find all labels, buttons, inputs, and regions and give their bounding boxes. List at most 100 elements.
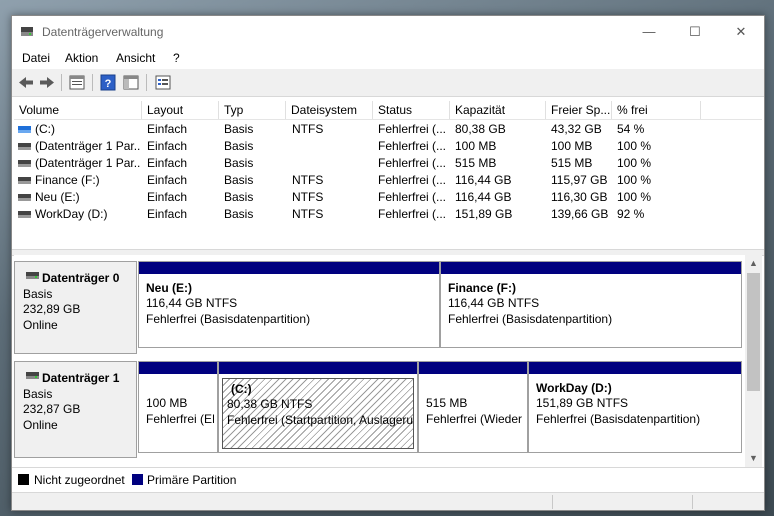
settings-icon[interactable]	[154, 74, 172, 91]
cell-free-space: 515 MB	[551, 156, 593, 170]
scroll-up-arrow-icon[interactable]: ▲	[745, 255, 762, 272]
cell-layout: Einfach	[147, 190, 188, 204]
disk-0-label[interactable]: Datenträger 0 Basis 232,89 GB Online	[14, 261, 137, 354]
menu-datei[interactable]: Datei	[22, 51, 50, 65]
cell-type: Basis	[224, 122, 254, 136]
cell-free-space: 139,66 GB	[551, 207, 609, 221]
cell-percent-free: 100 %	[617, 190, 652, 204]
volume-icon	[18, 177, 31, 184]
title-bar[interactable]: Datenträgerverwaltung — ☐ ✕	[12, 16, 764, 47]
volume-icon	[18, 143, 31, 150]
maximize-button[interactable]: ☐	[672, 16, 718, 47]
back-icon[interactable]	[17, 74, 35, 91]
cell-volume: (Datenträger 1 Par...	[35, 156, 140, 170]
cell-capacity: 151,89 GB	[455, 207, 513, 221]
column-header-status[interactable]: Status	[373, 101, 450, 119]
cell-capacity: 116,44 GB	[455, 173, 512, 187]
cell-status: Fehlerfrei (...	[378, 156, 447, 170]
svg-text:?: ?	[105, 78, 112, 90]
disk-icon	[26, 272, 39, 279]
cell-filesystem: NTFS	[292, 122, 324, 136]
partition-status: Fehlerfrei (Basisdatenpartition)	[536, 412, 701, 426]
console-tree-icon[interactable]	[122, 74, 140, 91]
partition-c[interactable]: (C:) 80,38 GB NTFS Fehlerfrei (Startpart…	[218, 361, 418, 453]
disk-1-label[interactable]: Datenträger 1 Basis 232,87 GB Online	[14, 361, 137, 458]
volume-list: Volume Layout Typ Dateisystem Status Kap…	[14, 97, 762, 249]
vertical-scrollbar[interactable]: ▲ ▼	[745, 255, 762, 467]
properties-icon[interactable]	[68, 74, 86, 91]
help-icon[interactable]: ?	[99, 74, 117, 91]
partition-status: Fehlerfrei (Basisdatenpartition)	[448, 312, 613, 326]
primary-partition-bar	[139, 362, 217, 374]
partition-status: Fehlerfrei (Basisdatenpartition)	[146, 312, 311, 326]
column-header-free-space[interactable]: Freier Sp...	[546, 101, 612, 119]
column-header-filesystem[interactable]: Dateisystem	[286, 101, 373, 119]
forward-icon[interactable]	[38, 74, 56, 91]
table-row[interactable]: (Datenträger 1 Par... Einfach Basis Fehlerf…	[14, 138, 762, 155]
cell-percent-free: 54 %	[617, 122, 645, 136]
scroll-down-arrow-icon[interactable]: ▼	[745, 450, 762, 467]
cell-status: Fehlerfrei (...	[378, 122, 447, 136]
cell-status: Fehlerfrei (...	[378, 207, 447, 221]
menu-aktion[interactable]: Aktion	[65, 51, 98, 65]
column-header-volume[interactable]: Volume	[14, 101, 142, 119]
disk-0-partitions: Neu (E:) 116,44 GB NTFS Fehlerfrei (Basi…	[138, 261, 744, 354]
toolbar-separator	[61, 74, 62, 91]
cell-type: Basis	[224, 190, 254, 204]
cell-type: Basis	[224, 156, 254, 170]
toolbar: ?	[12, 69, 764, 97]
partition-size: 151,89 GB NTFS	[536, 396, 629, 410]
primary-partition-bar	[529, 362, 741, 374]
minimize-button[interactable]: —	[626, 16, 672, 47]
partition-neu-e[interactable]: Neu (E:) 116,44 GB NTFS Fehlerfrei (Basi…	[138, 261, 440, 348]
primary-partition-bar	[441, 262, 741, 274]
table-row[interactable]: (C:) Einfach Basis NTFS Fehlerfrei (... 80,38…	[14, 121, 762, 138]
cell-filesystem: NTFS	[292, 173, 324, 187]
partition-body: 515 MB Fehlerfrei (Wieder	[422, 378, 524, 449]
column-header-layout[interactable]: Layout	[142, 101, 219, 119]
partition-workday-d[interactable]: WorkDay (D:) 151,89 GB NTFS Fehlerfrei (…	[528, 361, 742, 453]
disk-management-app-icon	[21, 27, 33, 36]
scroll-thumb[interactable]	[747, 273, 760, 391]
disk-type: Basis	[23, 287, 53, 301]
menu-bar: Datei Aktion Ansicht ?	[12, 47, 764, 69]
cell-capacity: 100 MB	[455, 139, 497, 153]
primary-partition-bar	[419, 362, 527, 374]
partition-body: WorkDay (D:) 151,89 GB NTFS Fehlerfrei (…	[532, 378, 738, 449]
cell-filesystem	[292, 138, 370, 155]
disk-icon	[26, 372, 39, 379]
column-header-type[interactable]: Typ	[219, 101, 286, 119]
partition-body: Neu (E:) 116,44 GB NTFS Fehlerfrei (Basi…	[142, 278, 436, 344]
disk-1-partitions: 100 MB Fehlerfrei (EF (C:) 80,38 GB NTFS…	[138, 361, 744, 458]
status-separator	[692, 495, 693, 509]
partition-efi[interactable]: 100 MB Fehlerfrei (EF	[138, 361, 218, 453]
partition-size: 116,44 GB NTFS	[146, 296, 238, 310]
column-header-percent-free[interactable]: % frei	[612, 101, 701, 119]
primary-partition-bar	[219, 362, 417, 374]
partition-recovery[interactable]: 515 MB Fehlerfrei (Wieder	[418, 361, 528, 453]
cell-type: Basis	[224, 207, 254, 221]
status-bar	[12, 492, 764, 510]
cell-type: Basis	[224, 173, 254, 187]
menu-help[interactable]: ?	[173, 51, 180, 65]
partition-finance-f[interactable]: Finance (F:) 116,44 GB NTFS Fehlerfrei (…	[440, 261, 742, 348]
table-row[interactable]: (Datenträger 1 Par... Einfach Basis Fehlerf…	[14, 155, 762, 172]
table-row[interactable]: Neu (E:) Einfach Basis NTFS Fehlerfrei (... 1…	[14, 189, 762, 206]
legend-unallocated-label: Nicht zugeordnet	[34, 473, 125, 487]
partition-body: 100 MB Fehlerfrei (EF	[142, 378, 214, 449]
close-button[interactable]: ✕	[718, 16, 764, 47]
table-row[interactable]: WorkDay (D:) Einfach Basis NTFS Fehlerfrei (…	[14, 206, 762, 223]
cell-free-space: 115,97 GB	[551, 173, 608, 187]
partition-status: Fehlerfrei (EF	[146, 412, 214, 426]
legend-primary-label: Primäre Partition	[147, 473, 237, 487]
window-title: Datenträgerverwaltung	[42, 25, 164, 39]
cell-status: Fehlerfrei (...	[378, 139, 447, 153]
cell-volume: Neu (E:)	[35, 190, 80, 204]
menu-ansicht[interactable]: Ansicht	[116, 51, 155, 65]
cell-layout: Einfach	[147, 207, 188, 221]
header-divider	[14, 119, 762, 120]
partition-size: 515 MB	[426, 396, 468, 410]
table-row[interactable]: Finance (F:) Einfach Basis NTFS Fehlerfrei (…	[14, 172, 762, 189]
partition-status: Fehlerfrei (Startpartition, Auslageru	[227, 413, 414, 427]
column-header-capacity[interactable]: Kapazität	[450, 101, 546, 119]
